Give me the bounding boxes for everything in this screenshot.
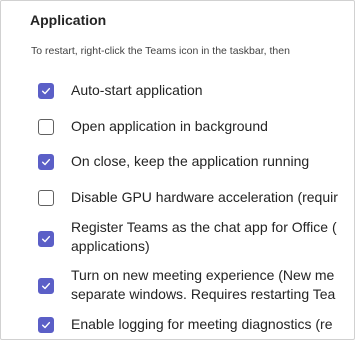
open-in-background-checkbox[interactable] (38, 119, 54, 135)
option-label: On close, keep the application running (71, 153, 310, 169)
disable-gpu-checkbox[interactable] (38, 190, 54, 206)
option-label: Enable logging for meeting diagnostics (… (71, 316, 333, 332)
keep-running-checkbox[interactable] (38, 154, 54, 170)
restart-hint: To restart, right-click the Teams icon i… (31, 45, 290, 57)
checkmark-icon (41, 282, 51, 290)
meeting-diagnostics-checkbox[interactable] (38, 317, 54, 333)
settings-panel: Application To restart, right-click the … (0, 0, 355, 340)
new-meeting-experience-checkbox[interactable] (38, 278, 54, 294)
option-label: Disable GPU hardware acceleration (requi… (71, 189, 338, 205)
register-chat-app-checkbox[interactable] (38, 231, 54, 247)
auto-start-checkbox[interactable] (38, 83, 54, 99)
checkmark-icon (41, 158, 51, 166)
checkmark-icon (41, 87, 51, 95)
section-title: Application (30, 12, 107, 28)
checkmark-icon (41, 321, 51, 329)
option-label: Open application in background (71, 118, 268, 134)
option-label: Auto-start application (71, 82, 203, 98)
checkmark-icon (41, 235, 51, 243)
option-label: Turn on new meeting experience (New me s… (71, 267, 336, 302)
option-label: Register Teams as the chat app for Offic… (71, 219, 337, 254)
